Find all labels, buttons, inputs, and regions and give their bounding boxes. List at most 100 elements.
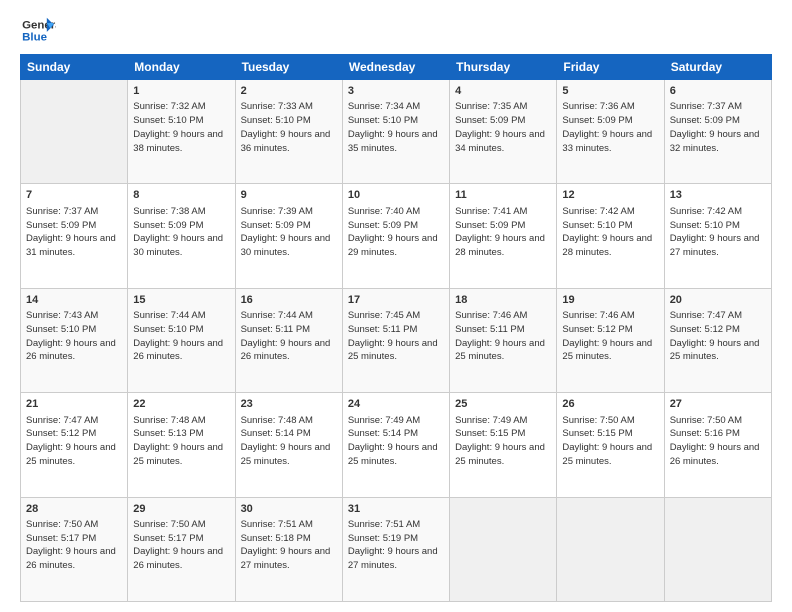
week-row-4: 28Sunrise: 7:50 AMSunset: 5:17 PMDayligh… bbox=[21, 497, 772, 601]
day-number: 19 bbox=[562, 293, 658, 308]
day-info: Sunrise: 7:43 AMSunset: 5:10 PMDaylight:… bbox=[26, 309, 122, 364]
day-cell: 28Sunrise: 7:50 AMSunset: 5:17 PMDayligh… bbox=[21, 497, 128, 601]
day-number: 1 bbox=[133, 84, 229, 99]
day-number: 14 bbox=[26, 293, 122, 308]
day-number: 25 bbox=[455, 397, 551, 412]
day-cell: 11 Sunrise: 7:41 AMSunset: 5:09 PMDayligh… bbox=[450, 184, 557, 288]
day-info: Sunrise: 7:50 AMSunset: 5:15 PMDaylight:… bbox=[562, 414, 658, 469]
days-header-row: SundayMondayTuesdayWednesdayThursdayFrid… bbox=[21, 55, 772, 80]
header: General Blue bbox=[20, 16, 772, 46]
day-number: 9 bbox=[241, 188, 337, 203]
day-number: 23 bbox=[241, 397, 337, 412]
day-cell bbox=[557, 497, 664, 601]
day-cell: 14Sunrise: 7:43 AMSunset: 5:10 PMDayligh… bbox=[21, 288, 128, 392]
calendar-page: General Blue SundayMondayTuesdayWednesda… bbox=[0, 0, 792, 612]
day-info: Sunrise: 7:49 AMSunset: 5:15 PMDaylight:… bbox=[455, 414, 551, 469]
day-info: Sunrise: 7:35 AMSunset: 5:09 PMDaylight:… bbox=[455, 100, 551, 155]
day-number: 17 bbox=[348, 293, 444, 308]
day-header-tuesday: Tuesday bbox=[235, 55, 342, 80]
day-number: 28 bbox=[26, 502, 122, 517]
day-number: 31 bbox=[348, 502, 444, 517]
day-cell: 19Sunrise: 7:46 AMSunset: 5:12 PMDayligh… bbox=[557, 288, 664, 392]
day-cell: 20Sunrise: 7:47 AMSunset: 5:12 PMDayligh… bbox=[664, 288, 771, 392]
day-header-monday: Monday bbox=[128, 55, 235, 80]
day-cell bbox=[21, 80, 128, 184]
day-info: Sunrise: 7:46 AMSunset: 5:12 PMDaylight:… bbox=[562, 309, 658, 364]
day-number: 6 bbox=[670, 84, 766, 99]
day-number: 3 bbox=[348, 84, 444, 99]
day-header-wednesday: Wednesday bbox=[342, 55, 449, 80]
day-info: Sunrise: 7:44 AMSunset: 5:11 PMDaylight:… bbox=[241, 309, 337, 364]
day-cell: 27 Sunrise: 7:50 AMSunset: 5:16 PMDayligh… bbox=[664, 393, 771, 497]
day-header-thursday: Thursday bbox=[450, 55, 557, 80]
day-info: Sunrise: 7:51 AMSunset: 5:18 PMDaylight:… bbox=[241, 518, 337, 573]
week-row-2: 14Sunrise: 7:43 AMSunset: 5:10 PMDayligh… bbox=[21, 288, 772, 392]
day-cell: 17Sunrise: 7:45 AMSunset: 5:11 PMDayligh… bbox=[342, 288, 449, 392]
day-number: 30 bbox=[241, 502, 337, 517]
day-info: Sunrise: 7:42 AMSunset: 5:10 PMDaylight:… bbox=[670, 205, 766, 260]
day-header-sunday: Sunday bbox=[21, 55, 128, 80]
week-row-1: 7 Sunrise: 7:37 AMSunset: 5:09 PMDaylight… bbox=[21, 184, 772, 288]
day-cell: 3Sunrise: 7:34 AMSunset: 5:10 PMDaylight… bbox=[342, 80, 449, 184]
day-cell: 12Sunrise: 7:42 AMSunset: 5:10 PMDayligh… bbox=[557, 184, 664, 288]
day-info: Sunrise: 7:47 AMSunset: 5:12 PMDaylight:… bbox=[670, 309, 766, 364]
day-number: 27 bbox=[670, 397, 766, 412]
day-info: Sunrise: 7:36 AMSunset: 5:09 PMDaylight:… bbox=[562, 100, 658, 155]
day-info: Sunrise: 7:50 AMSunset: 5:17 PMDaylight:… bbox=[133, 518, 229, 573]
day-number: 12 bbox=[562, 188, 658, 203]
day-info: Sunrise: 7:49 AMSunset: 5:14 PMDaylight:… bbox=[348, 414, 444, 469]
week-row-3: 21Sunrise: 7:47 AMSunset: 5:12 PMDayligh… bbox=[21, 393, 772, 497]
day-info: Sunrise: 7:37 AMSunset: 5:09 PMDaylight:… bbox=[26, 205, 122, 260]
day-cell: 18Sunrise: 7:46 AMSunset: 5:11 PMDayligh… bbox=[450, 288, 557, 392]
day-number: 26 bbox=[562, 397, 658, 412]
day-number: 8 bbox=[133, 188, 229, 203]
day-cell: 24Sunrise: 7:49 AMSunset: 5:14 PMDayligh… bbox=[342, 393, 449, 497]
day-header-saturday: Saturday bbox=[664, 55, 771, 80]
week-row-0: 1Sunrise: 7:32 AMSunset: 5:10 PMDaylight… bbox=[21, 80, 772, 184]
day-number: 10 bbox=[348, 188, 444, 203]
day-cell: 2Sunrise: 7:33 AMSunset: 5:10 PMDaylight… bbox=[235, 80, 342, 184]
day-header-friday: Friday bbox=[557, 55, 664, 80]
day-number: 22 bbox=[133, 397, 229, 412]
day-cell: 30Sunrise: 7:51 AMSunset: 5:18 PMDayligh… bbox=[235, 497, 342, 601]
day-number: 7 bbox=[26, 188, 122, 203]
day-info: Sunrise: 7:37 AMSunset: 5:09 PMDaylight:… bbox=[670, 100, 766, 155]
day-number: 11 bbox=[455, 188, 551, 203]
day-cell: 25 Sunrise: 7:49 AMSunset: 5:15 PMDayligh… bbox=[450, 393, 557, 497]
day-cell: 4Sunrise: 7:35 AMSunset: 5:09 PMDaylight… bbox=[450, 80, 557, 184]
day-number: 21 bbox=[26, 397, 122, 412]
day-number: 29 bbox=[133, 502, 229, 517]
day-cell: 21Sunrise: 7:47 AMSunset: 5:12 PMDayligh… bbox=[21, 393, 128, 497]
day-number: 18 bbox=[455, 293, 551, 308]
day-info: Sunrise: 7:38 AMSunset: 5:09 PMDaylight:… bbox=[133, 205, 229, 260]
day-info: Sunrise: 7:48 AMSunset: 5:13 PMDaylight:… bbox=[133, 414, 229, 469]
day-number: 20 bbox=[670, 293, 766, 308]
day-cell: 1Sunrise: 7:32 AMSunset: 5:10 PMDaylight… bbox=[128, 80, 235, 184]
day-cell: 8 Sunrise: 7:38 AMSunset: 5:09 PMDaylight… bbox=[128, 184, 235, 288]
day-info: Sunrise: 7:32 AMSunset: 5:10 PMDaylight:… bbox=[133, 100, 229, 155]
day-cell: 9 Sunrise: 7:39 AMSunset: 5:09 PMDaylight… bbox=[235, 184, 342, 288]
day-cell: 22 Sunrise: 7:48 AMSunset: 5:13 PMDayligh… bbox=[128, 393, 235, 497]
logo: General Blue bbox=[20, 16, 56, 46]
day-cell bbox=[664, 497, 771, 601]
day-info: Sunrise: 7:50 AMSunset: 5:17 PMDaylight:… bbox=[26, 518, 122, 573]
day-info: Sunrise: 7:40 AMSunset: 5:09 PMDaylight:… bbox=[348, 205, 444, 260]
day-cell: 5Sunrise: 7:36 AMSunset: 5:09 PMDaylight… bbox=[557, 80, 664, 184]
day-info: Sunrise: 7:39 AMSunset: 5:09 PMDaylight:… bbox=[241, 205, 337, 260]
logo-icon: General Blue bbox=[20, 16, 56, 46]
day-number: 5 bbox=[562, 84, 658, 99]
day-info: Sunrise: 7:46 AMSunset: 5:11 PMDaylight:… bbox=[455, 309, 551, 364]
day-cell: 16Sunrise: 7:44 AMSunset: 5:11 PMDayligh… bbox=[235, 288, 342, 392]
day-info: Sunrise: 7:41 AMSunset: 5:09 PMDaylight:… bbox=[455, 205, 551, 260]
day-info: Sunrise: 7:50 AMSunset: 5:16 PMDaylight:… bbox=[670, 414, 766, 469]
day-cell: 10 Sunrise: 7:40 AMSunset: 5:09 PMDayligh… bbox=[342, 184, 449, 288]
day-cell bbox=[450, 497, 557, 601]
day-info: Sunrise: 7:44 AMSunset: 5:10 PMDaylight:… bbox=[133, 309, 229, 364]
day-number: 15 bbox=[133, 293, 229, 308]
day-number: 4 bbox=[455, 84, 551, 99]
day-number: 2 bbox=[241, 84, 337, 99]
day-cell: 26 Sunrise: 7:50 AMSunset: 5:15 PMDayligh… bbox=[557, 393, 664, 497]
day-cell: 29Sunrise: 7:50 AMSunset: 5:17 PMDayligh… bbox=[128, 497, 235, 601]
day-cell: 23Sunrise: 7:48 AMSunset: 5:14 PMDayligh… bbox=[235, 393, 342, 497]
day-number: 13 bbox=[670, 188, 766, 203]
